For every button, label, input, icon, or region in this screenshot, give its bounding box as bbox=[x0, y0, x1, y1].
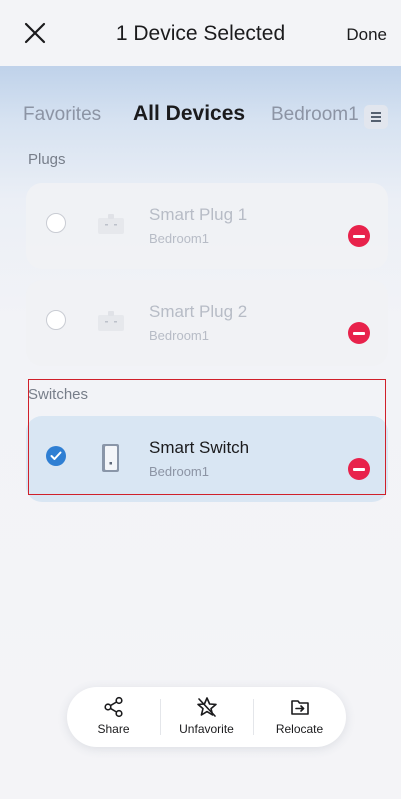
share-icon bbox=[103, 696, 123, 718]
device-card-smart-switch[interactable]: Smart Switch Bedroom1 bbox=[26, 416, 388, 502]
tab-bedroom1[interactable]: Bedroom1 bbox=[271, 104, 359, 126]
section-label-switches: Switches bbox=[28, 386, 89, 403]
share-label: Share bbox=[97, 722, 130, 736]
select-radio[interactable] bbox=[46, 213, 66, 233]
unfavorite-star-icon bbox=[196, 697, 217, 717]
device-room: Bedroom1 bbox=[149, 231, 209, 246]
done-button[interactable]: Done bbox=[346, 25, 387, 45]
device-name: Smart Plug 1 bbox=[149, 205, 248, 224]
plug-icon bbox=[92, 205, 130, 243]
action-bar: Share Unfavorite Relocate bbox=[67, 687, 346, 747]
unfavorite-button[interactable]: Unfavorite bbox=[160, 687, 253, 747]
device-card-smart-plug-1[interactable]: Smart Plug 1 Bedroom1 bbox=[26, 183, 388, 269]
device-name: Smart Switch bbox=[149, 438, 250, 457]
selected-check-icon[interactable] bbox=[46, 446, 66, 466]
room-tabs: Favorites All Devices Bedroom1 bbox=[0, 102, 401, 134]
share-button[interactable]: Share bbox=[67, 687, 160, 747]
remove-icon[interactable] bbox=[348, 458, 370, 480]
plug-icon bbox=[92, 302, 130, 340]
section-label-plugs: Plugs bbox=[28, 151, 66, 168]
device-name: Smart Plug 2 bbox=[149, 302, 248, 321]
device-selection-screen: 1 Device Selected Done Favorites All Dev… bbox=[0, 0, 401, 799]
menu-icon[interactable] bbox=[364, 105, 388, 129]
device-card-smart-plug-2[interactable]: Smart Plug 2 Bedroom1 bbox=[26, 280, 388, 366]
page-title: 1 Device Selected bbox=[115, 22, 286, 45]
top-bar: 1 Device Selected Done bbox=[0, 0, 401, 66]
relocate-label: Relocate bbox=[275, 722, 324, 736]
device-room: Bedroom1 bbox=[149, 464, 209, 479]
relocate-button[interactable]: Relocate bbox=[253, 687, 346, 747]
unfavorite-label: Unfavorite bbox=[179, 722, 234, 736]
remove-icon[interactable] bbox=[348, 322, 370, 344]
tab-favorites[interactable]: Favorites bbox=[23, 104, 101, 126]
select-radio[interactable] bbox=[46, 310, 66, 330]
device-room: Bedroom1 bbox=[149, 328, 209, 343]
tab-all-devices[interactable]: All Devices bbox=[133, 102, 245, 126]
switch-icon bbox=[92, 438, 130, 476]
relocate-folder-icon bbox=[290, 700, 309, 715]
remove-icon[interactable] bbox=[348, 225, 370, 247]
